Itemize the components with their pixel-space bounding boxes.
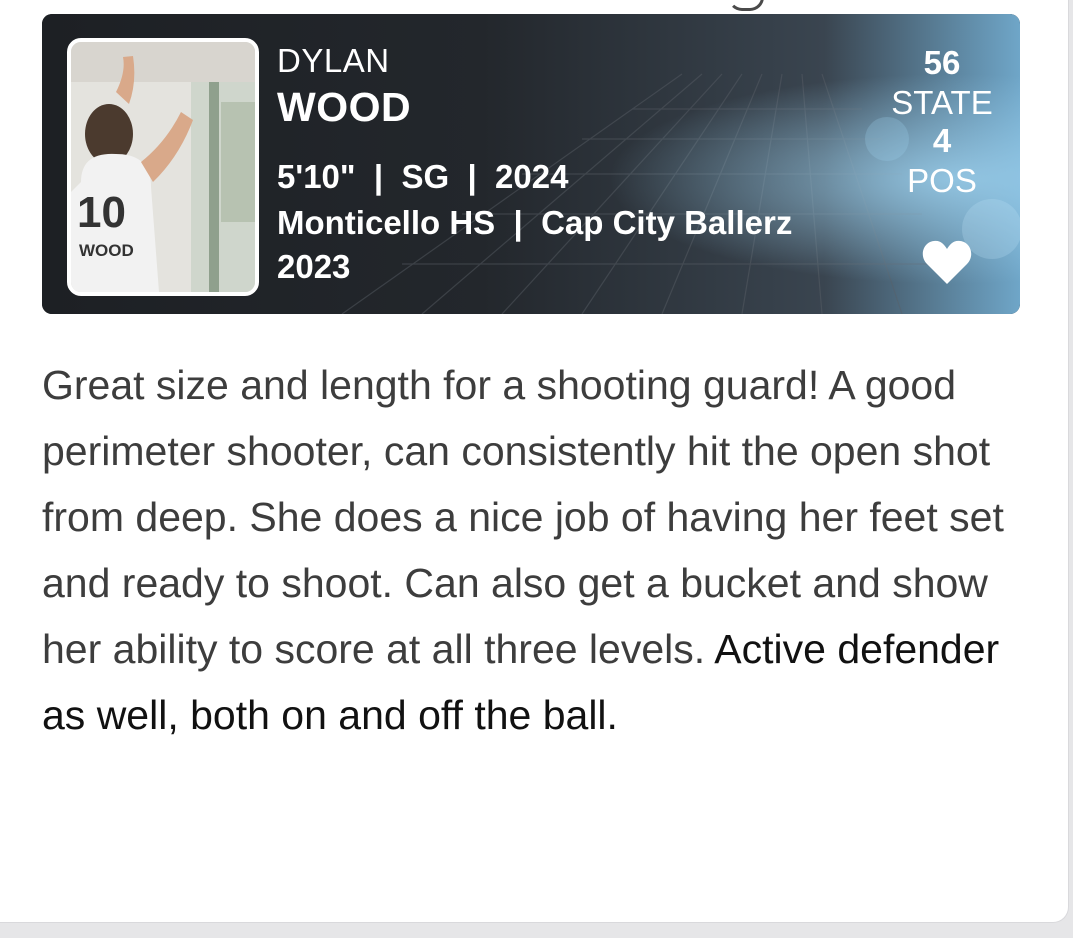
player-photo: 10 WOOD [67,38,259,296]
page: 10 WOOD DYLAN WOOD 5'10" | SG | 2024 Mon… [0,0,1069,923]
position-rank-value: 4 [932,122,952,159]
heart-icon[interactable] [921,238,973,286]
player-height-position-class: 5'10" | SG | 2024 [277,158,569,195]
state-rank-label: STATE [891,84,993,121]
player-card[interactable]: 10 WOOD DYLAN WOOD 5'10" | SG | 2024 Mon… [42,14,1020,314]
cropped-text-fragment [728,0,764,11]
jersey-number: 10 [77,188,126,237]
player-evaluation-text: Great size and length for a shooting gua… [42,352,1032,748]
jersey-name: WOOD [79,241,134,260]
player-first-name: DYLAN [277,42,390,79]
player-evaluation-year: 2023 [277,248,351,285]
player-school-team: Monticello HS | Cap City Ballerz [277,204,793,241]
position-rank-label: POS [907,162,977,199]
player-last-name: WOOD [277,84,412,130]
state-rank-value: 56 [923,44,961,81]
